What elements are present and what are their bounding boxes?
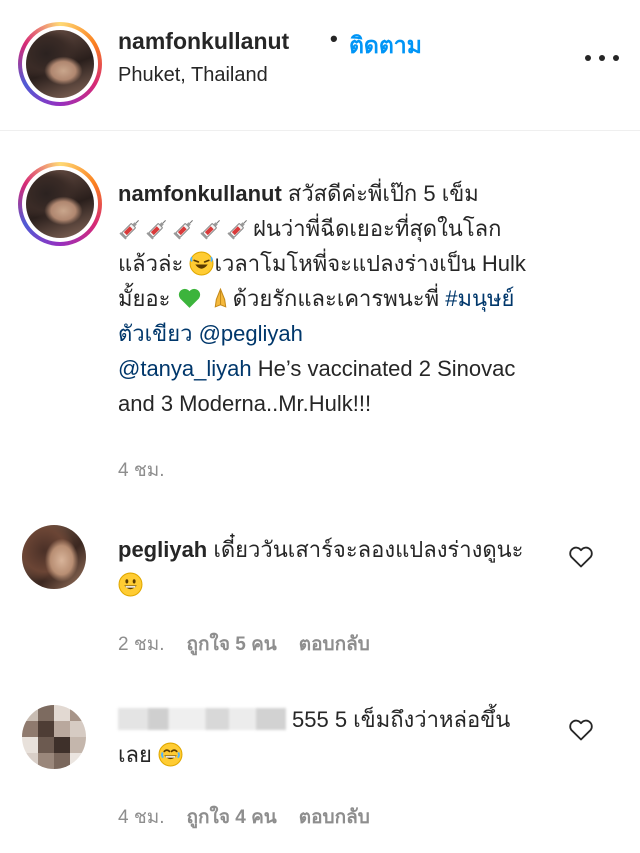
caption-timestamp[interactable]: 4 ชม. — [118, 455, 165, 485]
comment-pegliyah: pegliyah เดี๋ยววันเสาร์จะลองแปลงร่างดูนะ — [118, 532, 538, 602]
syringe-icon — [119, 220, 139, 240]
green-heart-icon — [178, 288, 200, 308]
mention-tanya-liyah[interactable]: @tanya_liyah — [118, 356, 252, 381]
syringe-icon — [173, 220, 193, 240]
location-link[interactable]: Phuket, Thailand — [118, 64, 268, 87]
grinning-emoji-icon — [118, 572, 143, 597]
reply-button[interactable]: ตอบกลับ — [299, 802, 370, 832]
caption-avatar-image — [26, 170, 94, 238]
caption-username[interactable]: namfonkullanut — [118, 181, 282, 206]
comment-hidden-user: 555 5 เข็มถึงว่าหล่อขึ้นเลย — [118, 702, 538, 772]
comment-meta: 4 ชม. ถูกใจ 4 คน ตอบกลับ — [118, 802, 370, 832]
caption-text-4: ด้วยรักและเคารพนะพี่ — [232, 286, 446, 311]
commenter-avatar-hidden[interactable] — [22, 705, 86, 769]
follow-button[interactable]: ติดตาม — [349, 28, 422, 64]
comment-username[interactable]: pegliyah — [118, 537, 207, 562]
caption-text-1: สวัสดีค่ะพี่เป๊ก 5 เข็ม — [281, 181, 479, 206]
joy-emoji-icon — [158, 742, 183, 767]
reply-button[interactable]: ตอบกลับ — [299, 629, 370, 659]
like-heart-icon[interactable] — [568, 545, 594, 569]
syringe-icon — [146, 220, 166, 240]
post-caption: namfonkullanut สวัสดีค่ะพี่เป๊ก 5 เข็ม ฝ… — [118, 176, 538, 421]
commenter-avatar-pegliyah[interactable] — [22, 525, 86, 589]
rofl-emoji-icon — [189, 251, 214, 276]
comment-meta: 2 ชม. ถูกใจ 5 คน ตอบกลับ — [118, 629, 370, 659]
mention-pegliyah[interactable]: @pegliyah — [199, 321, 303, 346]
instagram-post-comments: namfonkullanut • ติดตาม Phuket, Thailand… — [0, 0, 640, 853]
comment-time[interactable]: 2 ชม. — [118, 629, 165, 659]
post-header: namfonkullanut • ติดตาม Phuket, Thailand — [0, 0, 640, 131]
more-options-icon[interactable] — [580, 50, 624, 66]
like-heart-icon[interactable] — [568, 718, 594, 742]
syringe-emojis — [118, 216, 253, 241]
owner-avatar[interactable] — [18, 22, 102, 106]
comment-time[interactable]: 4 ชม. — [118, 802, 165, 832]
header-separator: • — [330, 26, 338, 51]
comment-body: เดี๋ยววันเสาร์จะลองแปลงร่างดูนะ — [207, 537, 524, 562]
folded-hands-icon — [214, 287, 227, 308]
comment-likes[interactable]: ถูกใจ 5 คน — [187, 629, 277, 659]
syringe-icon — [200, 220, 220, 240]
header-username[interactable]: namfonkullanut — [118, 28, 289, 55]
syringe-icon — [227, 220, 247, 240]
comment-likes[interactable]: ถูกใจ 4 คน — [187, 802, 277, 832]
caption-avatar[interactable] — [18, 162, 102, 246]
blurred-username — [118, 708, 286, 730]
owner-avatar-image — [26, 30, 94, 98]
